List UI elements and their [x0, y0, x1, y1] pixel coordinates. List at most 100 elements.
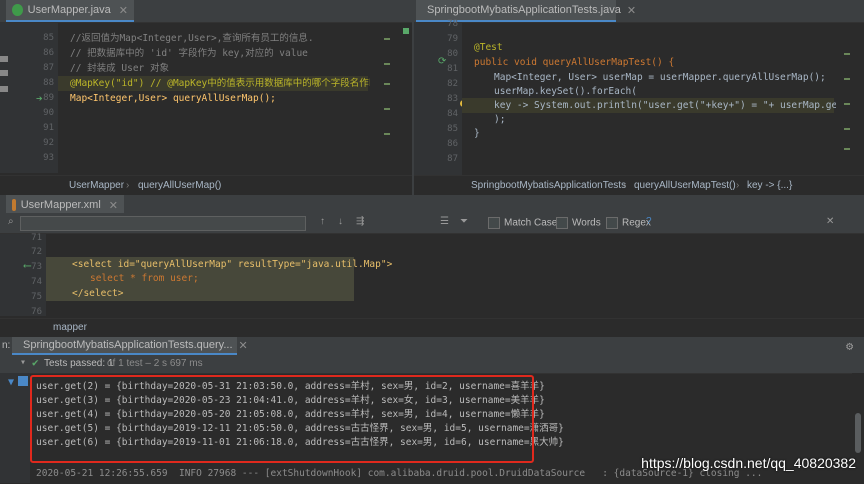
arrow-up-icon[interactable]: ↑	[320, 216, 325, 227]
line-number: 87	[447, 154, 458, 164]
comment-line-3: // 封装成 User 对象	[70, 63, 169, 74]
chevron-down-icon[interactable]: ▾	[20, 357, 26, 368]
watermark: https://blog.csdn.net/qq_40820382	[641, 455, 856, 471]
line-number: 92	[43, 138, 54, 148]
line-number: 90	[43, 108, 54, 118]
test-annotation: @Test	[474, 42, 503, 53]
inspection-ok-icon[interactable]	[403, 28, 409, 34]
words-checkbox[interactable]: Words	[556, 217, 601, 229]
tab-label: UserMapper.xml	[20, 199, 101, 211]
play-icon[interactable]	[0, 56, 8, 62]
left-side-toolstrip	[0, 23, 8, 173]
line-number: 87	[43, 63, 54, 73]
line-number: 85	[447, 124, 458, 134]
output-highlight-box	[30, 375, 534, 463]
tab-usermapper-java[interactable]: UserMapper.java ✕	[6, 0, 134, 22]
tree-selected-node[interactable]	[18, 376, 28, 386]
navigate-to-method-icon[interactable]: ⟵	[24, 259, 31, 272]
test-status-bar: ▾ ✔ Tests passed: 1 of 1 test – 2 s 697 …	[0, 355, 864, 374]
select-all-occurrences-icon[interactable]: ⇶	[356, 216, 364, 227]
breadcrumb-class[interactable]: UserMapper	[69, 180, 124, 191]
line-number: 86	[447, 139, 458, 149]
close-icon[interactable]: ✕	[119, 4, 128, 17]
test-method-signature: public void queryAllUserMapTest() {	[474, 57, 675, 68]
find-bar: ⌕ ↑ ↓ ⇶ ☰ ⏷ Match Case Words Regex ? ✕	[0, 213, 864, 234]
usermap-assignment-line: Map<Integer, User> userMap = userMapper.…	[494, 72, 826, 83]
sql-statement: select * from user;	[90, 273, 199, 284]
tab-run-configuration[interactable]: SpringbootMybatisApplicationTests.query.…	[12, 337, 248, 355]
line-number: 93	[43, 153, 54, 163]
right-breadcrumb: SpringbootMybatisApplicationTests › quer…	[414, 175, 864, 196]
line-number: 83	[447, 94, 458, 104]
line-number: 85	[43, 33, 54, 43]
tests-detail-text: of 1 test – 2 s 697 ms	[107, 358, 203, 369]
close-brace-line: }	[474, 128, 480, 139]
line-number: 82	[447, 79, 458, 89]
search-input[interactable]	[20, 216, 306, 231]
mapkey-annotation-line: @MapKey("id") // @MapKey中的值表示用数据库中的哪个字段名…	[70, 78, 386, 89]
tree-expand-icon[interactable]: ▼	[8, 377, 14, 388]
close-paren-line: );	[494, 114, 506, 125]
filter-icon[interactable]: ⏷	[460, 216, 468, 227]
play-icon-2[interactable]	[0, 70, 8, 76]
close-find-icon[interactable]: ✕	[826, 216, 834, 227]
line-number: 84	[447, 109, 458, 119]
line-number: 72	[31, 247, 42, 257]
search-icon[interactable]: ⌕	[8, 216, 14, 227]
println-line: key -> System.out.println("user.get("+ke…	[494, 100, 864, 111]
test-tree: ▼	[0, 373, 30, 483]
xml-breadcrumb: mapper	[0, 318, 864, 337]
close-icon[interactable]: ✕	[627, 4, 636, 17]
regex-help-link[interactable]: ?	[646, 216, 652, 227]
tests-passed-text: Tests passed: 1	[44, 358, 114, 369]
left-scroll-markers	[370, 23, 412, 173]
right-scroll-markers	[836, 23, 864, 175]
xml-file-icon	[12, 199, 16, 211]
play-icon-3[interactable]	[0, 86, 8, 92]
implemented-arrow-icon[interactable]: ➔	[36, 92, 43, 105]
line-number: 86	[43, 48, 54, 58]
line-number: 75	[31, 292, 42, 302]
multiline-icon[interactable]: ☰	[440, 216, 449, 227]
java-interface-icon	[12, 4, 23, 16]
select-open-tag: <select id="queryAllUserMap" resultType=…	[72, 259, 393, 270]
run-tab-label: SpringbootMybatisApplicationTests.query.…	[23, 339, 233, 351]
run-test-icon[interactable]: ⟳	[438, 56, 446, 67]
close-icon[interactable]: ✕	[239, 339, 248, 352]
match-case-checkbox[interactable]: Match Case	[488, 217, 557, 229]
line-number: 74	[31, 277, 42, 287]
line-number: 88	[43, 78, 54, 88]
right-gutter: 78 79 80 81 82 83 84 85 86 87	[414, 19, 462, 175]
xml-gutter: 71 72 73 74 75 76	[0, 233, 46, 317]
check-icon: ✔	[32, 356, 39, 369]
breadcrumb-lambda[interactable]: key -> {...}	[747, 180, 792, 191]
regex-checkbox[interactable]: Regex	[606, 217, 651, 229]
line-number: 78	[447, 19, 458, 29]
breadcrumb-mapper[interactable]: mapper	[53, 322, 87, 333]
breadcrumb-class[interactable]: SpringbootMybatisApplicationTests	[471, 180, 626, 191]
match-case-label: Match Case	[504, 217, 558, 229]
line-number: 79	[447, 34, 458, 44]
chevron-right-icon: ›	[623, 180, 627, 191]
chevron-right-icon: ›	[736, 180, 740, 191]
select-close-tag: </select>	[72, 288, 124, 299]
words-label: Words	[572, 217, 601, 229]
comment-line-2: // 把数据库中的 'id' 字段作为 key,对应的 value	[70, 48, 308, 59]
left-gutter: 85 86 87 88 89 90 91 92 93	[8, 23, 58, 173]
line-number: 76	[31, 307, 42, 317]
method-declaration-line: Map<Integer,User> queryAllUserMap();	[70, 93, 276, 104]
line-number: 71	[31, 233, 42, 243]
line-number: 91	[43, 123, 54, 133]
arrow-down-icon[interactable]: ↓	[338, 216, 343, 227]
foreach-line: userMap.keySet().forEach(	[494, 86, 637, 97]
tab-label: UserMapper.java	[27, 4, 111, 16]
breadcrumb-method[interactable]: queryAllUserMap()	[138, 180, 221, 191]
left-breadcrumb: UserMapper › queryAllUserMap()	[0, 175, 412, 196]
close-icon[interactable]: ✕	[109, 199, 118, 212]
run-panel-label: n:	[2, 340, 11, 351]
tab-label: SpringbootMybatisApplicationTests.java	[427, 4, 621, 16]
gear-icon[interactable]: ⚙	[846, 339, 853, 353]
breadcrumb-method[interactable]: queryAllUserMapTest()	[634, 180, 736, 191]
comment-line-1: //返回值为Map<Integer,User>,查询所有员工的信息.	[70, 33, 314, 44]
chevron-right-icon: ›	[126, 180, 130, 191]
